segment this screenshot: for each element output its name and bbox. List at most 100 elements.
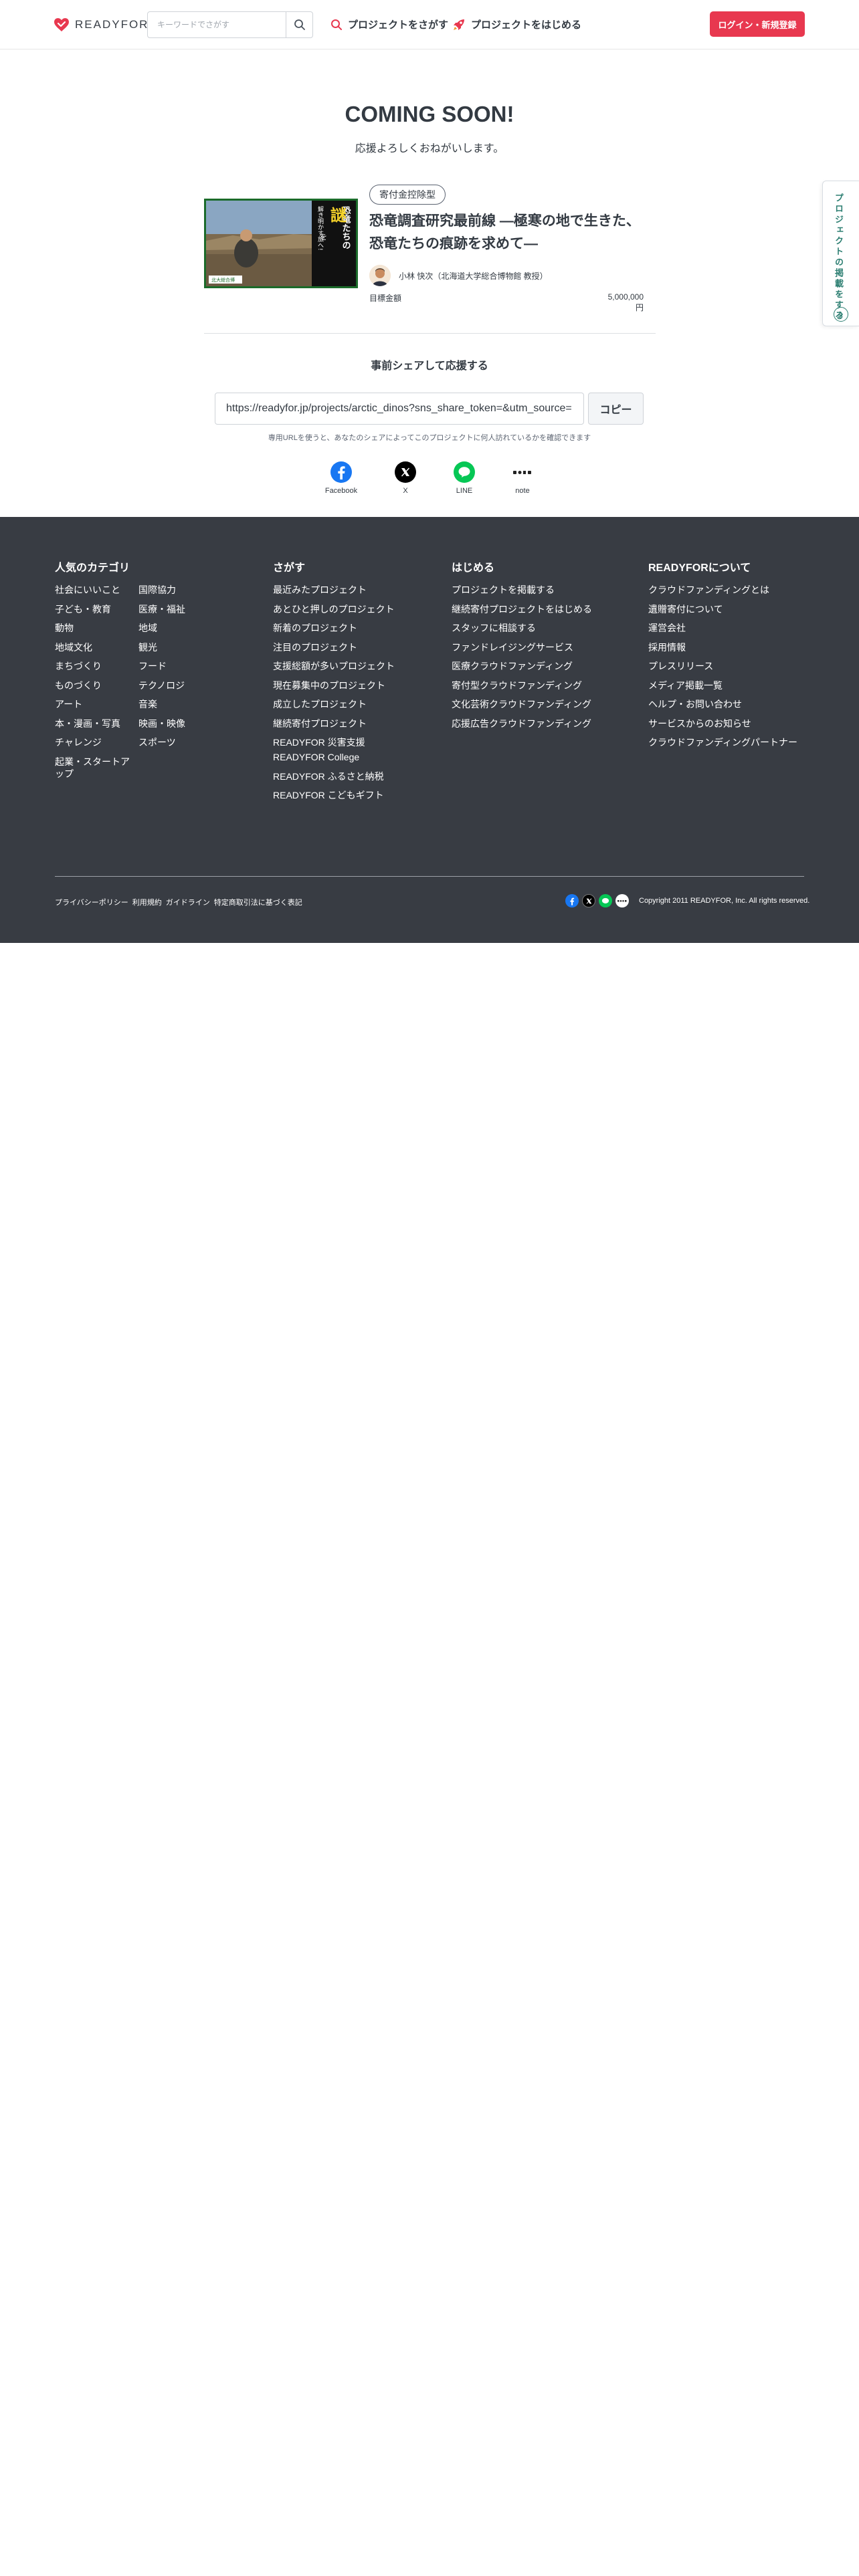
footer-about-link[interactable]: プレスリリース [648, 660, 797, 672]
x-label: X [403, 487, 408, 495]
footer-about-link[interactable]: クラウドファンディングパートナー [648, 736, 797, 748]
footer-about-link[interactable]: クラウドファンディングとは [648, 584, 797, 596]
share-facebook[interactable]: Facebook [314, 461, 368, 495]
footer-search-link[interactable]: 注目のプロジェクト [273, 641, 395, 653]
footer-category-link[interactable]: まちづくり [55, 660, 134, 672]
share-note-service[interactable]: note [496, 461, 549, 495]
chevron-right-icon [834, 307, 848, 322]
footer-start-link[interactable]: 医療クラウドファンディング [452, 660, 592, 672]
search-input[interactable] [148, 12, 286, 37]
footer-category-link[interactable]: 音楽 [138, 698, 217, 710]
footer-category-link[interactable]: 社会にいいこと [55, 584, 134, 596]
footer-search-link[interactable]: READYFOR 災害支援 [273, 736, 395, 748]
footer-category-link[interactable]: 地域文化 [55, 641, 134, 653]
copy-button[interactable]: コピー [588, 393, 644, 425]
footer-start-link[interactable]: 文化芸術クラウドファンディング [452, 698, 592, 710]
footer-about-link[interactable]: 遺贈寄付について [648, 603, 797, 615]
footer-about-link[interactable]: ヘルプ・お問い合わせ [648, 698, 797, 710]
footer-category-link[interactable]: 本・漫画・写真 [55, 718, 134, 730]
side-tab-label: プロジェクトの掲載をする [834, 193, 844, 322]
footer-category-link[interactable]: 国際協力 [138, 584, 217, 596]
footer-search-link[interactable]: READYFOR こどもギフト [273, 789, 395, 801]
footer-search-link[interactable]: 最近みたプロジェクト [273, 584, 395, 596]
search-box [147, 11, 313, 38]
footer-search: さがす 最近みたプロジェクト あとひと押しのプロジェクト 新着のプロジェクト 注… [273, 558, 395, 809]
share-x[interactable]: X [379, 461, 432, 495]
coming-soon-subtitle: 応援よろしくおねがいします。 [355, 143, 504, 154]
footer-category-link[interactable]: 子ども・教育 [55, 603, 134, 615]
footer-about-link[interactable]: 運営会社 [648, 622, 797, 634]
thumb-tag: 北大総合博 [211, 277, 235, 283]
footer-search-link[interactable]: 新着のプロジェクト [273, 622, 395, 634]
line-icon[interactable] [599, 894, 612, 907]
owner-avatar[interactable] [369, 265, 391, 286]
note-icon[interactable] [615, 894, 629, 907]
footer-start-link[interactable]: プロジェクトを掲載する [452, 584, 592, 596]
footer-category-link[interactable]: 映画・映像 [138, 718, 217, 730]
footer-category-link[interactable]: 起業・スタートアップ [55, 756, 134, 780]
login-signup-button[interactable]: ログイン・新規登録 [710, 11, 805, 37]
footer-category-link[interactable]: スポーツ [138, 736, 217, 748]
footer-category-link[interactable]: フード [138, 660, 217, 672]
footer-search-link[interactable]: 現在募集中のプロジェクト [273, 679, 395, 691]
footer-legal-links: プライバシーポリシー 利用規約 ガイドライン 特定商取引法に基づく表記 [55, 897, 302, 907]
footer-start-link[interactable]: 応援広告クラウドファンディング [452, 718, 592, 730]
note-icon [512, 461, 533, 483]
search-button[interactable] [286, 12, 312, 37]
footer-category-link[interactable]: 動物 [55, 622, 134, 634]
share-url-field[interactable] [215, 393, 584, 425]
share-heading: 事前シェアして応援する [371, 360, 488, 372]
footer-about-link[interactable]: サービスからのお知らせ [648, 718, 797, 730]
logo-text: READYFOR [75, 18, 149, 31]
footer-start-link[interactable]: スタッフに相談する [452, 622, 592, 634]
footer-divider [55, 876, 804, 877]
coming-soon-title: COMING SOON! [345, 102, 514, 126]
search-icon [331, 19, 342, 30]
side-tab-post-project[interactable]: プロジェクトの掲載をする [822, 181, 859, 326]
footer-search-link[interactable]: 継続寄付プロジェクト [273, 718, 395, 730]
target-amount-label: 目標金額 [369, 294, 402, 303]
footer-search-link[interactable]: 成立したプロジェクト [273, 698, 395, 710]
search-icon [294, 19, 305, 30]
footer-search-heading: さがす [273, 562, 306, 574]
footer-search-link[interactable]: READYFOR ふるさと納税 [273, 770, 395, 782]
footer-search-link[interactable]: 支援総額が多いプロジェクト [273, 660, 395, 672]
footer-category-link[interactable]: チャレンジ [55, 736, 134, 748]
footer-search-link[interactable]: あとひと押しのプロジェクト [273, 603, 395, 615]
facebook-icon [330, 461, 352, 483]
thumb-text-2: 謎 [330, 206, 347, 225]
footer-start: はじめる プロジェクトを掲載する 継続寄付プロジェクトをはじめる スタッフに相談… [452, 558, 592, 736]
site-header: READYFOR プロジェクトをさがす プロジェクトをはじめる ログイン・新規登… [0, 0, 859, 49]
facebook-icon[interactable] [565, 894, 579, 907]
copyright: Copyright 2011 READYFOR, Inc. All rights… [639, 897, 810, 905]
footer-category-link[interactable]: 医療・福祉 [138, 603, 217, 615]
footer-category-link[interactable]: 観光 [138, 641, 217, 653]
footer-category-link[interactable]: ものづくり [55, 679, 134, 691]
footer-about-link[interactable]: メディア掲載一覧 [648, 679, 797, 691]
nav-start-project[interactable]: プロジェクトをはじめる [452, 17, 581, 31]
site-footer: 人気のカテゴリ 社会にいいこと 国際協力 子ども・教育 医療・福祉 動物 地域 … [0, 517, 859, 943]
guideline-link[interactable]: ガイドライン [166, 897, 210, 907]
readyfor-logo[interactable]: READYFOR [54, 17, 149, 32]
footer-about-heading: READYFORについて [648, 562, 751, 574]
privacy-policy-link[interactable]: プライバシーポリシー [55, 897, 128, 907]
footer-start-link[interactable]: 継続寄付プロジェクトをはじめる [452, 603, 592, 615]
footer-social-links [565, 894, 629, 907]
project-thumbnail[interactable]: 恐竜たちの 謎 を 解き明かす旅へ! 北大総合博 [204, 199, 358, 288]
nav-find-label: プロジェクトをさがす [348, 19, 449, 31]
commercial-law-link[interactable]: 特定商取引法に基づく表記 [214, 897, 302, 907]
share-line[interactable]: LINE [438, 461, 491, 495]
footer-start-link[interactable]: ファンドレイジングサービス [452, 641, 592, 653]
footer-start-link[interactable]: 寄付型クラウドファンディング [452, 679, 592, 691]
footer-category-link[interactable]: 地域 [138, 622, 217, 634]
project-title[interactable]: 恐竜調査研究最前線 ―極寒の地で生きた、恐竜たちの痕跡を求めて― [369, 210, 650, 255]
footer-about-link[interactable]: 採用情報 [648, 641, 797, 653]
footer-category-link[interactable]: アート [55, 698, 134, 710]
footer-category-link[interactable]: テクノロジ [138, 679, 217, 691]
x-icon[interactable] [582, 894, 595, 907]
section-divider [204, 333, 656, 334]
owner-name[interactable]: 小林 快次（北海道大学総合博物館 教授） [399, 270, 548, 282]
footer-search-link[interactable]: READYFOR College [273, 751, 395, 763]
nav-find-projects[interactable]: プロジェクトをさがす [330, 17, 448, 31]
terms-link[interactable]: 利用規約 [132, 897, 162, 907]
